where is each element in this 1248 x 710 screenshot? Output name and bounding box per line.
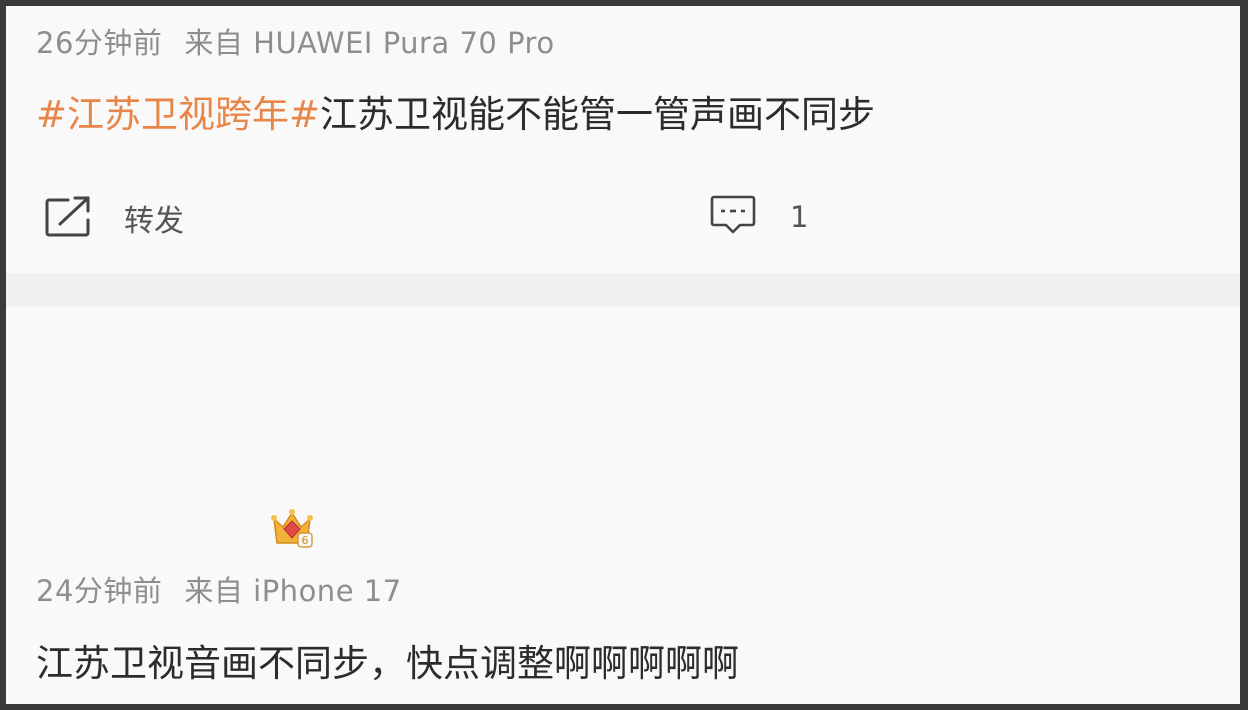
share-label: 转发	[124, 204, 184, 239]
post-text: 江苏卫视音画不同步，快点调整啊啊啊啊啊	[36, 633, 739, 687]
comment-button[interactable]: 1	[710, 194, 808, 240]
badge-level: 6	[302, 534, 309, 547]
post-text: #江苏卫视跨年#江苏卫视能不能管一管声画不同步	[36, 84, 875, 138]
post-time: 24分钟前	[36, 574, 163, 608]
post-card: 26分钟前 来自 HUAWEI Pura 70 Pro #江苏卫视跨年#江苏卫视能…	[6, 6, 1240, 274]
share-button[interactable]: 转发	[44, 194, 184, 242]
section-divider	[6, 274, 1240, 308]
post-meta: 26分钟前 来自 HUAWEI Pura 70 Pro	[36, 20, 555, 62]
post-time: 26分钟前	[36, 26, 163, 60]
crown-badge-icon: 6	[268, 505, 316, 553]
share-icon	[44, 194, 94, 242]
post-body: 江苏卫视音画不同步，快点调整啊啊啊啊啊	[36, 642, 739, 685]
post-card: 6 24分钟前 来自 iPhone 17 江苏卫视音画不同步，快点调整啊啊啊啊啊	[6, 307, 1240, 704]
feed-frame: 26分钟前 来自 HUAWEI Pura 70 Pro #江苏卫视跨年#江苏卫视能…	[6, 6, 1240, 704]
comment-icon	[710, 194, 756, 240]
source-prefix: 来自	[184, 26, 244, 60]
device-name: iPhone 17	[253, 574, 402, 608]
device-name: HUAWEI Pura 70 Pro	[253, 26, 555, 60]
post-body: 江苏卫视能不能管一管声画不同步	[320, 93, 876, 136]
source-prefix: 来自	[184, 574, 244, 608]
post-meta: 24分钟前 来自 iPhone 17	[36, 568, 402, 610]
comment-count: 1	[790, 200, 809, 234]
hashtag-link[interactable]: #江苏卫视跨年#	[36, 93, 320, 136]
